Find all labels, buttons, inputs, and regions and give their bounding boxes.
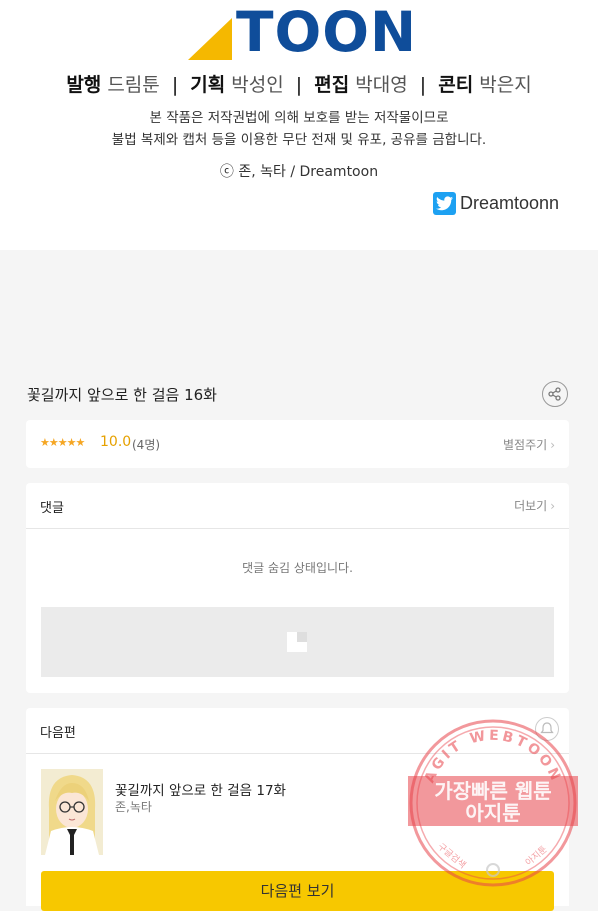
staff-name: 박성인 <box>231 74 284 96</box>
rate-label: 별점주기 <box>503 438 548 452</box>
staff-separator: | <box>171 74 179 96</box>
episode-credits: TOON 발행 드림툰 | 기획 박성인 | 편집 박대영 | 콘티 박은지 본… <box>0 0 598 250</box>
comments-hidden-message: 댓글 숨김 상태입니다. <box>242 561 353 575</box>
comments-more-button[interactable]: 더보기 › <box>514 497 555 514</box>
twitter-link[interactable]: Dreamtoonn <box>433 191 559 215</box>
share-icon <box>548 387 561 401</box>
logo-triangle-icon <box>188 18 232 60</box>
rate-button[interactable]: 별점주기 › <box>503 436 555 453</box>
staff-name: 박은지 <box>479 74 532 96</box>
rating-stars-icon: ★★★★★ <box>40 436 85 449</box>
staff-credits: 발행 드림툰 | 기획 박성인 | 편집 박대영 | 콘티 박은지 <box>0 70 598 97</box>
comments-card: 댓글 더보기 › 댓글 숨김 상태입니다. <box>26 483 569 693</box>
svg-text:가장빠른 웹툰: 가장빠른 웹툰 <box>434 779 551 803</box>
staff-role: 편집 <box>314 74 350 96</box>
next-episode-author: 존,녹타 <box>115 800 152 814</box>
logo-text: TOON <box>236 0 418 64</box>
chevron-right-icon: › <box>550 438 555 452</box>
ad-placeholder <box>41 607 554 677</box>
rating-count: (4명) <box>132 438 161 452</box>
twitter-icon <box>433 191 456 215</box>
chevron-right-icon: › <box>550 499 555 513</box>
staff-role: 발행 <box>66 74 102 96</box>
staff-separator: | <box>419 74 427 96</box>
staff-role: 콘티 <box>438 74 474 96</box>
twitter-handle: Dreamtoonn <box>460 192 560 213</box>
notice-line: 본 작품은 저작권법에 의해 보호를 받는 저작물이므로 <box>149 110 449 126</box>
rating-score: 10.0 <box>100 434 132 450</box>
svg-text:아지툰: 아지툰 <box>465 801 520 825</box>
next-episode-title: 꽃길까지 앞으로 한 걸음 17화 <box>115 783 286 799</box>
staff-name: 박대영 <box>355 74 408 96</box>
copyright-line: ⓒ 존, 녹타 / Dreamtoon <box>219 164 379 180</box>
staff-name: 드림툰 <box>107 74 160 96</box>
next-episode-section-title: 다음편 <box>40 726 76 741</box>
staff-role: 기획 <box>190 74 226 96</box>
image-placeholder-icon <box>287 632 307 652</box>
notice-line: 불법 복제와 캡처 등을 이용한 무단 전재 및 유포, 공유를 금합니다. <box>111 132 487 148</box>
episode-title: 꽃길까지 앞으로 한 걸음 16화 <box>27 386 217 404</box>
next-episode-thumbnail <box>41 769 103 855</box>
more-label: 더보기 <box>514 499 548 513</box>
copyright-notice: 본 작품은 저작권법에 의해 보호를 받는 저작물이므로 불법 복제와 캡처 등… <box>0 107 598 151</box>
staff-separator: | <box>295 74 303 96</box>
agit-webtoon-watermark-stamp: AGIT WEBTOON 가장빠른 웹툰 아지툰 구글검색 아지툰 <box>408 719 578 887</box>
share-button[interactable] <box>542 381 568 407</box>
comments-title: 댓글 <box>40 501 64 516</box>
rating-card: ★★★★★ 10.0 (4명) 별점주기 › <box>26 420 569 468</box>
comments-header: 댓글 더보기 › <box>26 483 569 529</box>
